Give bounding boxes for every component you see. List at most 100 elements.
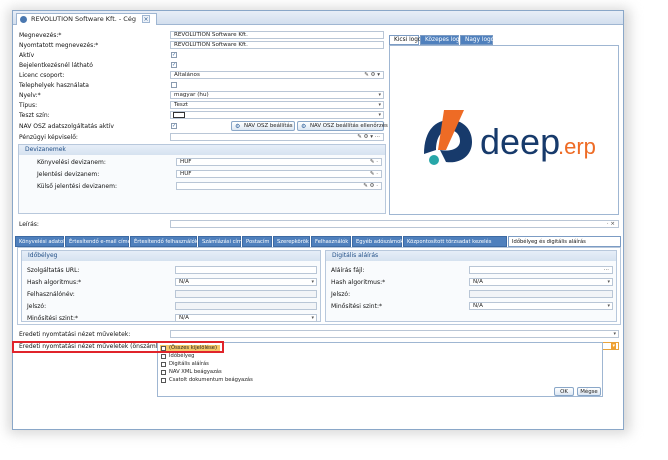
deep-erp-logo: deep .erp — [424, 110, 596, 165]
checkbox-icon[interactable] — [161, 370, 166, 375]
chevron-down-icon: ▾ — [311, 279, 314, 285]
kulso-select[interactable]: ✎ ⚙ · — [176, 182, 382, 190]
checkbox-icon[interactable] — [161, 362, 166, 367]
konyvelesi-edit-icon[interactable]: ✎ · — [370, 159, 378, 165]
telephelyek-checkbox[interactable] — [171, 82, 177, 88]
dig-pass-label: Jelszó: — [331, 291, 351, 298]
checkbox-icon[interactable] — [161, 354, 166, 359]
hash-value: N/A — [179, 279, 189, 285]
list-item[interactable]: Csatolt dokumentum beágyazás — [160, 377, 253, 384]
penzugyi-tools-icon[interactable]: ✎ ⚙ ▾ ··· — [357, 134, 380, 140]
penzugyi-label: Pénzügyi képviselő: — [19, 134, 78, 141]
eredeti-select[interactable]: ▾ — [170, 330, 619, 338]
megnevezes-input[interactable]: REVOLUTION Software Kft. — [170, 31, 384, 39]
kulso-tools-icon[interactable]: ✎ ⚙ · — [363, 183, 378, 189]
url-label: Szolgáltatás URL: — [27, 267, 80, 274]
level-select[interactable]: N/A ▾ — [175, 314, 317, 322]
tab-konyvelesi-adatok[interactable]: Könyvelési adatok — [15, 236, 66, 247]
document-tab[interactable]: REVOLUTION Software Kft. - Cég × — [16, 13, 158, 25]
jelentesi-label: Jelentési devizanem: — [37, 171, 100, 178]
devizanemek-title: Devizanemek — [19, 145, 385, 155]
tab-idobelyeg-digitalis-alairas[interactable]: Időbélyeg és digitális aláírás — [508, 236, 621, 247]
leiras-clear-icon[interactable]: · × — [607, 221, 615, 227]
logo-brand-text: deep — [480, 121, 560, 162]
list-item[interactable]: Időbélyeg — [160, 353, 194, 360]
tab-ertesitendo-felhasznalok[interactable]: Értesítendő felhasználók — [130, 236, 198, 247]
aktiv-checkbox[interactable]: ✓ — [171, 52, 177, 58]
idobelyeg-title: Időbélyeg — [22, 251, 320, 261]
tipus-select[interactable]: Teszt ▾ — [170, 101, 384, 109]
option-label: Digitális aláírás — [169, 361, 209, 367]
idobelyeg-group: Időbélyeg — [21, 250, 321, 322]
browse-icon[interactable]: ··· — [604, 267, 609, 273]
licenc-value: Általános — [174, 72, 200, 78]
nyelv-select[interactable]: magyar (hu) ▾ — [170, 91, 384, 99]
list-item[interactable]: Digitális aláírás — [160, 361, 209, 368]
alairas-fajl-input[interactable]: ··· — [469, 266, 613, 274]
ok-button[interactable]: OK — [554, 387, 574, 396]
licenc-label: Licenc csoport: — [19, 72, 65, 79]
tipus-value: Teszt — [174, 102, 188, 108]
logo-preview: deep .erp — [389, 45, 619, 215]
tab-kozepes-logo[interactable]: Közepes logo — [420, 35, 463, 45]
close-tab-icon[interactable]: × — [142, 15, 151, 23]
digitalis-title: Digitális aláírás — [326, 251, 616, 261]
tab-felhasznalok[interactable]: Felhasználók — [311, 236, 351, 247]
nav-osz-check-button[interactable]: ⚙ NAV OSZ beállítás ellenőrzés — [297, 121, 388, 131]
dig-pass-input[interactable] — [469, 290, 613, 298]
option-label: Csatolt dokumentum beágyazás — [169, 377, 253, 383]
tab-egyeb-adoszamok[interactable]: Egyéb adószámok — [352, 236, 403, 247]
level-value: N/A — [179, 315, 189, 321]
detail-tabs: Könyvelési adatok Értesítendő e-mail cím… — [15, 236, 623, 247]
dig-level-select[interactable]: N/A ▾ — [469, 302, 613, 310]
nyelv-label: Nyelv:* — [19, 92, 41, 99]
dig-hash-label: Hash algoritmus:* — [331, 279, 386, 286]
tab-postacim[interactable]: Postacím — [242, 236, 272, 247]
cancel-button[interactable]: Mégse — [577, 387, 601, 396]
link-icon: ⚙ — [235, 123, 241, 130]
digitalis-group: Digitális aláírás — [325, 250, 617, 322]
tab-szamlazasi-cim[interactable]: Számlázási cím — [198, 236, 242, 247]
tab-kozpontositott-torzsadat[interactable]: Központosított törzsadat kezelés — [403, 236, 507, 247]
licenc-select[interactable]: Általános ✎ ⚙ ▾ — [170, 71, 384, 79]
nav-osz-check-label: NAV OSZ beállítás ellenőrzés — [310, 123, 388, 129]
nav-osz-settings-button[interactable]: ⚙ NAV OSZ beállítás — [231, 121, 295, 131]
nyomtatott-label: Nyomtatott megnevezés:* — [19, 42, 99, 49]
teszt-szin-select[interactable]: ▾ — [170, 111, 384, 119]
nav-osz-settings-label: NAV OSZ beállítás — [244, 123, 293, 129]
nyomtatott-input[interactable]: REVOLUTION Software Kft. — [170, 41, 384, 49]
jelentesi-select[interactable]: HUF ✎ · — [176, 170, 382, 178]
jelentesi-edit-icon[interactable]: ✎ · — [370, 171, 378, 177]
nav-label: NAV OSZ adatszolgáltatás aktív — [19, 123, 114, 130]
document-tab-strip: REVOLUTION Software Kft. - Cég × — [13, 11, 623, 25]
tab-nagy-logo[interactable]: Nagy logo — [460, 35, 494, 45]
user-label: Felhasználónév: — [27, 291, 75, 298]
list-item[interactable]: NAV XML beágyazás — [160, 369, 222, 376]
hash-select[interactable]: N/A ▾ — [175, 278, 317, 286]
tab-kicsi-logo[interactable]: Kicsi logo — [389, 35, 421, 45]
url-input[interactable] — [175, 266, 317, 274]
tab-szerepkorok[interactable]: Szerepkörök — [273, 236, 310, 247]
dig-hash-select[interactable]: N/A ▾ — [469, 278, 613, 286]
chevron-down-icon: ▾ — [311, 315, 314, 321]
chevron-down-icon: ▾ — [378, 102, 381, 108]
dig-level-label: Minősítési szint:* — [331, 303, 382, 310]
dig-hash-value: N/A — [473, 279, 483, 285]
tipus-label: Típus: — [19, 102, 38, 109]
kulso-label: Külső jelentési devizanem: — [37, 183, 117, 190]
user-input[interactable] — [175, 290, 317, 298]
bejelentkezes-checkbox[interactable]: ✓ — [171, 62, 177, 68]
chevron-down-icon: ▾ — [607, 303, 610, 309]
nav-checkbox[interactable]: ✓ — [171, 123, 177, 129]
leiras-label: Leírás: — [19, 221, 39, 228]
pass-input[interactable] — [175, 302, 317, 310]
penzugyi-select[interactable]: ✎ ⚙ ▾ ··· — [170, 133, 384, 141]
konyvelesi-value: HUF — [180, 159, 192, 165]
checkbox-icon[interactable] — [161, 378, 166, 383]
bejelentkezes-label: Bejelentkezésnél látható — [19, 62, 93, 69]
konyvelesi-select[interactable]: HUF ✎ · — [176, 158, 382, 166]
leiras-input[interactable]: · × — [170, 220, 619, 228]
licenc-tools-icon[interactable]: ✎ ⚙ ▾ — [364, 72, 380, 78]
tab-ertesitendo-email[interactable]: Értesítendő e-mail címek — [65, 236, 134, 247]
chevron-down-icon[interactable]: ▾ — [611, 343, 616, 349]
